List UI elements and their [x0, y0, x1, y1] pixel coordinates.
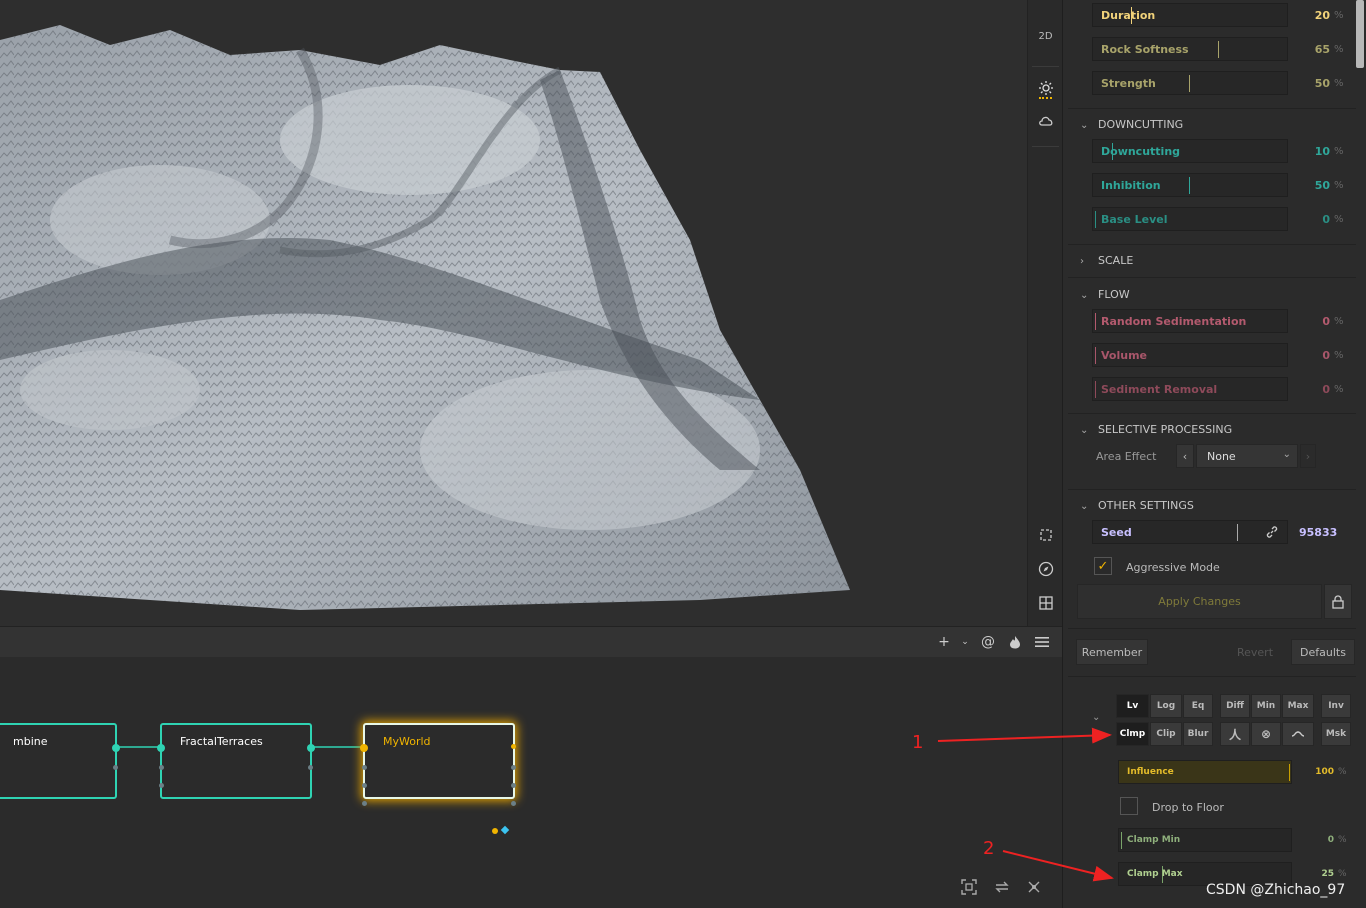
annotation-arrows — [937, 727, 1114, 882]
annotation-number: 2 — [983, 838, 995, 859]
watermark: CSDN @Zhichao_97 — [1206, 882, 1346, 898]
annotation-number: 1 — [912, 732, 924, 753]
